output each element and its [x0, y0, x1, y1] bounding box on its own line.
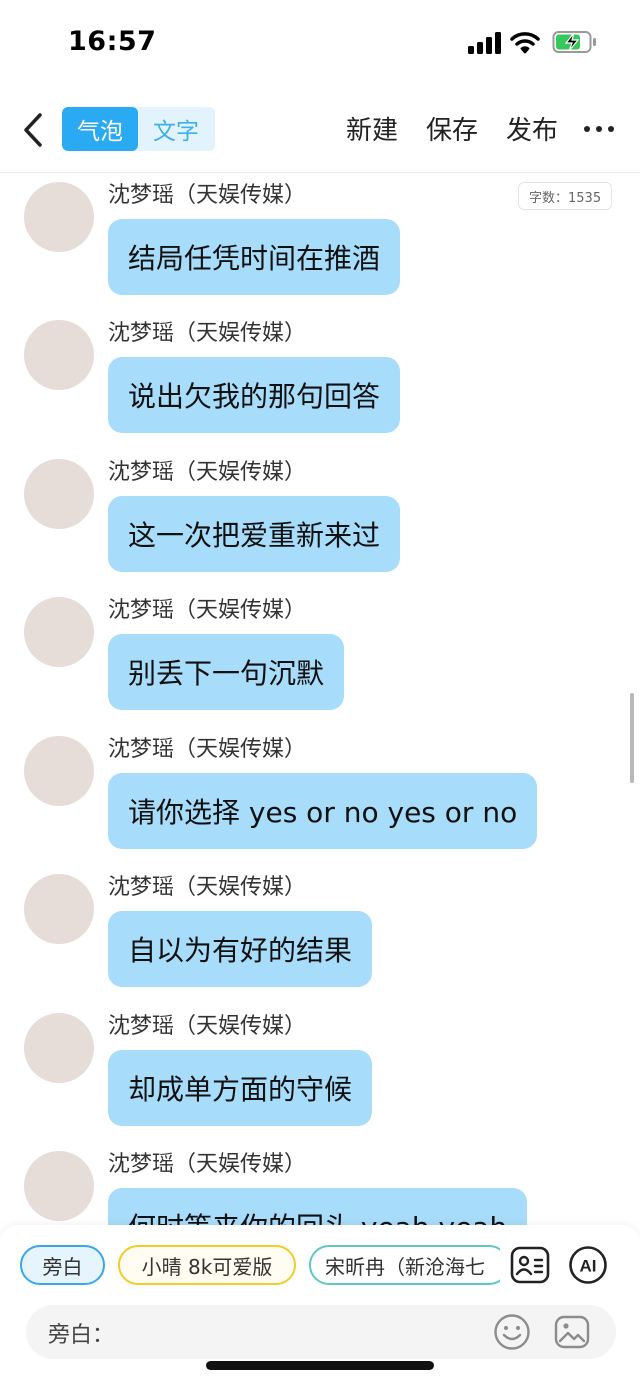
image-icon [554, 1315, 590, 1349]
chat-message: 沈梦瑶（天娱传媒） 说出欠我的那句回答 [0, 311, 640, 449]
sender-name: 沈梦瑶（天娱传媒） [108, 737, 307, 762]
new-button[interactable]: 新建 [346, 110, 398, 147]
avatar[interactable] [24, 459, 94, 529]
message-bubble[interactable]: 说出欠我的那句回答 [108, 357, 401, 433]
cellular-signal-icon [468, 32, 502, 54]
back-button[interactable] [16, 108, 50, 152]
message-bubble[interactable]: 自以为有好的结果 [108, 911, 373, 987]
sender-name: 沈梦瑶（天娱传媒） [108, 460, 307, 485]
message-bubble[interactable]: 请你选择 yes or no yes or no [108, 773, 538, 849]
message-input[interactable] [118, 1313, 488, 1351]
chat-message: 沈梦瑶（天娱传媒） 何时等来你的回头 yeah yeah [0, 1142, 640, 1225]
top-toolbar: 气泡 文字 新建 保存 发布 [0, 98, 640, 162]
sender-name: 沈梦瑶（天娱传媒） [108, 598, 307, 623]
emoji-button[interactable] [492, 1312, 532, 1352]
message-bubble[interactable]: 却成单方面的守候 [108, 1050, 373, 1126]
avatar[interactable] [24, 874, 94, 944]
ai-icon: AI [569, 1246, 607, 1284]
message-bubble[interactable]: 结局任凭时间在推酒 [108, 219, 401, 295]
scrollbar-thumb[interactable] [630, 693, 634, 783]
status-time: 16:57 [68, 26, 157, 57]
role-chip[interactable]: 小晴 8k可爱版 [118, 1245, 296, 1285]
message-bubble[interactable]: 别丢下一句沉默 [108, 634, 345, 710]
status-bar: 16:57 [0, 0, 640, 88]
chat-message: 沈梦瑶（天娱传媒） 自以为有好的结果 [0, 865, 640, 1003]
contact-card-icon [510, 1246, 550, 1284]
role-selector: 旁白 小晴 8k可爱版 宋昕冉（新沧海七 [0, 1245, 500, 1287]
ai-icon-label: AI [580, 1257, 597, 1276]
message-bubble[interactable]: 何时等来你的回头 yeah yeah [108, 1188, 528, 1225]
input-role-label: 旁白： [48, 1323, 115, 1348]
role-chip-narrator[interactable]: 旁白 [20, 1245, 105, 1285]
chat-message: 沈梦瑶（天娱传媒） 却成单方面的守候 [0, 1004, 640, 1142]
sender-name: 沈梦瑶（天娱传媒） [108, 1152, 307, 1177]
publish-button[interactable]: 发布 [506, 110, 558, 147]
avatar[interactable] [24, 736, 94, 806]
more-icon[interactable] [584, 126, 614, 134]
chat-message: 沈梦瑶（天娱传媒） 别丢下一句沉默 [0, 588, 640, 726]
emoji-icon [494, 1314, 530, 1350]
avatar[interactable] [24, 320, 94, 390]
save-button[interactable]: 保存 [426, 110, 478, 147]
message-bubble[interactable]: 这一次把爱重新来过 [108, 496, 401, 572]
tab-bubble[interactable]: 气泡 [62, 107, 138, 151]
chat-message: 沈梦瑶（天娱传媒） 请你选择 yes or no yes or no [0, 727, 640, 865]
ai-button[interactable]: AI [568, 1245, 608, 1285]
avatar[interactable] [24, 597, 94, 667]
input-bar: 旁白： [26, 1305, 616, 1359]
avatar[interactable] [24, 1151, 94, 1221]
chat-message: 沈梦瑶（天娱传媒） 这一次把爱重新来过 [0, 450, 640, 588]
wifi-icon [510, 32, 540, 54]
sender-name: 沈梦瑶（天娱传媒） [108, 1014, 307, 1039]
image-button[interactable] [552, 1312, 592, 1352]
chat-message: 沈梦瑶（天娱传媒） 结局任凭时间在推酒 [0, 173, 640, 311]
avatar[interactable] [24, 1013, 94, 1083]
role-chip[interactable]: 宋昕冉（新沧海七 [309, 1245, 500, 1285]
tab-text[interactable]: 文字 [138, 107, 214, 151]
chevron-left-icon [24, 113, 42, 147]
sender-name: 沈梦瑶（天娱传媒） [108, 321, 307, 346]
mode-segmented-control: 气泡 文字 [62, 107, 215, 151]
battery-charging-icon [552, 31, 596, 53]
avatar[interactable] [24, 182, 94, 252]
sender-name: 沈梦瑶（天娱传媒） [108, 875, 307, 900]
sender-name: 沈梦瑶（天娱传媒） [108, 183, 307, 208]
home-indicator [206, 1361, 434, 1370]
chat-list[interactable]: 字数：1535 沈梦瑶（天娱传媒） 结局任凭时间在推酒 沈梦瑶（天娱传媒） 说出… [0, 173, 640, 1225]
contact-card-icon[interactable] [510, 1245, 550, 1285]
